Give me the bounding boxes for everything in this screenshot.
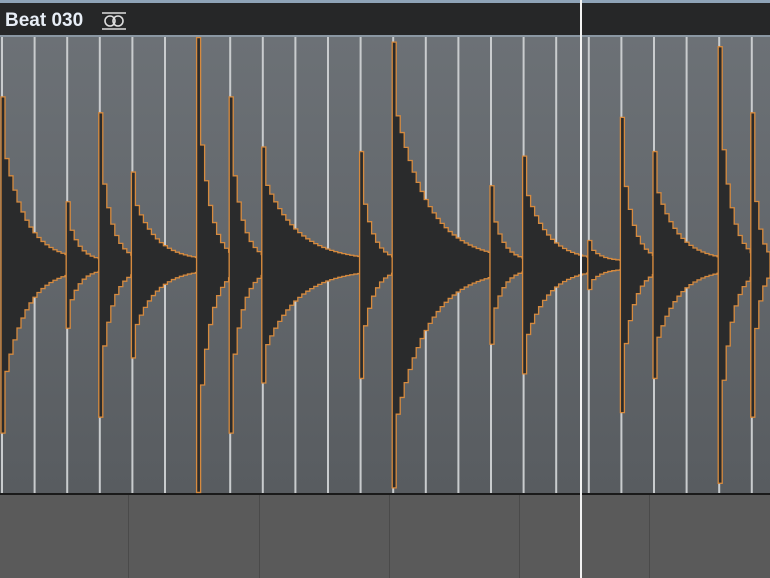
loop-icon[interactable] [101, 11, 127, 31]
region-header[interactable]: Beat 030 [0, 0, 770, 37]
bar-gridline [128, 495, 129, 578]
waveform-hit [195, 37, 230, 494]
waveform-hit [261, 146, 361, 384]
region-title: Beat 030 [5, 10, 84, 31]
waveform-hit [717, 46, 752, 484]
waveform-hit [521, 155, 589, 375]
waveform-hit [358, 150, 393, 380]
waveform-hit [619, 116, 654, 414]
bar-gridline [519, 495, 520, 578]
waveform-hit [65, 201, 100, 329]
waveform-hit [98, 112, 133, 418]
waveform-hit [391, 41, 491, 489]
waveform-hit [587, 239, 622, 291]
empty-track-lane[interactable] [0, 495, 770, 578]
waveform-hit [489, 185, 524, 345]
bar-gridline [649, 495, 650, 578]
waveform [0, 37, 770, 494]
waveform-hit [228, 96, 263, 434]
playhead[interactable] [580, 0, 583, 578]
bar-gridline [259, 495, 260, 578]
bar-gridline [389, 495, 390, 578]
waveform-hit [750, 112, 770, 418]
